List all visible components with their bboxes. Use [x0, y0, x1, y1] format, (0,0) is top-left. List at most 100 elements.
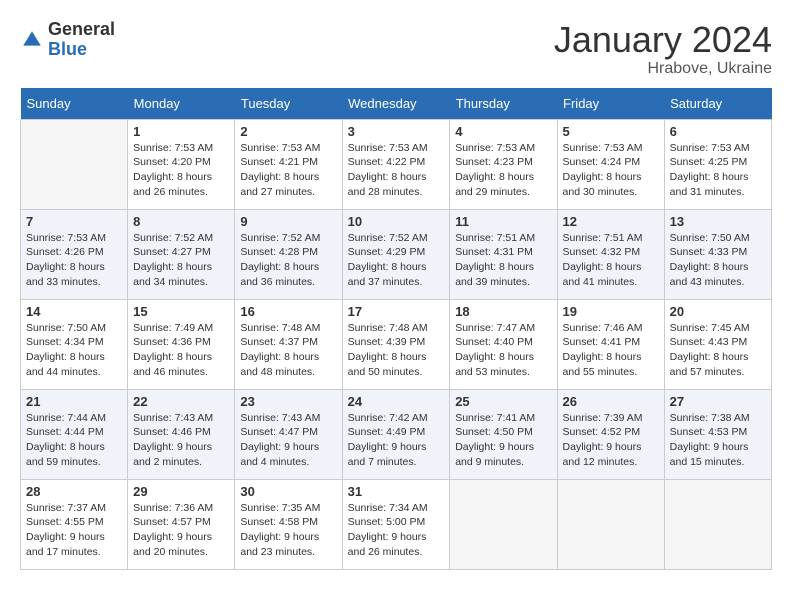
day-info: Sunrise: 7:42 AM Sunset: 4:49 PM Dayligh…	[348, 411, 445, 470]
day-info: Sunrise: 7:51 AM Sunset: 4:32 PM Dayligh…	[563, 231, 659, 290]
day-number: 23	[240, 394, 336, 409]
day-cell: 6Sunrise: 7:53 AM Sunset: 4:25 PM Daylig…	[664, 119, 771, 209]
week-row-3: 21 Sunrise: 7:44 AM Sunset: 4:44 PM Dayli…	[21, 389, 772, 479]
day-info: Sunrise: 7:36 AM Sunset: 4:57 PM Dayligh…	[133, 501, 229, 560]
day-number: 9	[240, 214, 336, 229]
month-title: January 2024	[554, 20, 772, 60]
day-cell: 3 Sunrise: 7:53 AM Sunset: 4:22 PM Daylig…	[342, 119, 450, 209]
day-cell: 4 Sunrise: 7:53 AM Sunset: 4:23 PM Daylig…	[450, 119, 557, 209]
day-info: Sunrise: 7:45 AM Sunset: 4:43 PM Dayligh…	[670, 321, 766, 380]
day-cell: 28Sunrise: 7:37 AM Sunset: 4:55 PM Dayli…	[21, 479, 128, 569]
day-number: 14	[26, 304, 122, 319]
day-info: Sunrise: 7:38 AM Sunset: 4:53 PM Dayligh…	[670, 411, 766, 470]
day-cell: 8 Sunrise: 7:52 AM Sunset: 4:27 PM Daylig…	[128, 209, 235, 299]
day-number: 27	[670, 394, 766, 409]
day-info: Sunrise: 7:50 AM Sunset: 4:33 PM Dayligh…	[670, 231, 766, 290]
day-info: Sunrise: 7:47 AM Sunset: 4:40 PM Dayligh…	[455, 321, 551, 380]
logo: General Blue	[20, 20, 115, 60]
day-info: Sunrise: 7:50 AM Sunset: 4:34 PM Dayligh…	[26, 321, 122, 380]
day-number: 11	[455, 214, 551, 229]
day-cell: 15Sunrise: 7:49 AM Sunset: 4:36 PM Dayli…	[128, 299, 235, 389]
day-info: Sunrise: 7:41 AM Sunset: 4:50 PM Dayligh…	[455, 411, 551, 470]
day-number: 18	[455, 304, 551, 319]
location-title: Hrabove, Ukraine	[554, 60, 772, 78]
day-cell: 14 Sunrise: 7:50 AM Sunset: 4:34 PM Dayli…	[21, 299, 128, 389]
day-info: Sunrise: 7:51 AM Sunset: 4:31 PM Dayligh…	[455, 231, 551, 290]
day-info: Sunrise: 7:37 AM Sunset: 4:55 PM Dayligh…	[26, 501, 122, 560]
day-cell: 12 Sunrise: 7:51 AM Sunset: 4:32 PM Dayli…	[557, 209, 664, 299]
day-cell: 27 Sunrise: 7:38 AM Sunset: 4:53 PM Dayli…	[664, 389, 771, 479]
day-info: Sunrise: 7:43 AM Sunset: 4:46 PM Dayligh…	[133, 411, 229, 470]
day-cell: 7Sunrise: 7:53 AM Sunset: 4:26 PM Daylig…	[21, 209, 128, 299]
header: General Blue January 2024 Hrabove, Ukrai…	[20, 20, 772, 78]
day-number: 12	[563, 214, 659, 229]
day-number: 21	[26, 394, 122, 409]
day-info: Sunrise: 7:46 AM Sunset: 4:41 PM Dayligh…	[563, 321, 659, 380]
day-number: 8	[133, 214, 229, 229]
day-cell: 22 Sunrise: 7:43 AM Sunset: 4:46 PM Dayli…	[128, 389, 235, 479]
day-cell: 24 Sunrise: 7:42 AM Sunset: 4:49 PM Dayli…	[342, 389, 450, 479]
day-number: 22	[133, 394, 229, 409]
day-cell: 5Sunrise: 7:53 AM Sunset: 4:24 PM Daylig…	[557, 119, 664, 209]
day-cell: 18 Sunrise: 7:47 AM Sunset: 4:40 PM Dayli…	[450, 299, 557, 389]
day-number: 1	[133, 124, 229, 139]
day-number: 31	[348, 484, 445, 499]
day-cell: 21 Sunrise: 7:44 AM Sunset: 4:44 PM Dayli…	[21, 389, 128, 479]
day-cell	[450, 479, 557, 569]
day-cell: 20 Sunrise: 7:45 AM Sunset: 4:43 PM Dayli…	[664, 299, 771, 389]
day-number: 16	[240, 304, 336, 319]
day-info: Sunrise: 7:52 AM Sunset: 4:29 PM Dayligh…	[348, 231, 445, 290]
title-area: January 2024 Hrabove, Ukraine	[554, 20, 772, 78]
logo-icon	[20, 28, 44, 52]
day-number: 6	[670, 124, 766, 139]
day-info: Sunrise: 7:44 AM Sunset: 4:44 PM Dayligh…	[26, 411, 122, 470]
day-info: Sunrise: 7:53 AM Sunset: 4:22 PM Dayligh…	[348, 141, 445, 200]
day-cell: 10Sunrise: 7:52 AM Sunset: 4:29 PM Dayli…	[342, 209, 450, 299]
day-number: 24	[348, 394, 445, 409]
day-number: 4	[455, 124, 551, 139]
day-number: 25	[455, 394, 551, 409]
day-info: Sunrise: 7:53 AM Sunset: 4:21 PM Dayligh…	[240, 141, 336, 200]
day-number: 26	[563, 394, 659, 409]
day-number: 2	[240, 124, 336, 139]
header-friday: Friday	[557, 88, 664, 120]
day-number: 20	[670, 304, 766, 319]
day-cell: 9 Sunrise: 7:52 AM Sunset: 4:28 PM Daylig…	[235, 209, 342, 299]
day-info: Sunrise: 7:34 AM Sunset: 5:00 PM Dayligh…	[348, 501, 445, 560]
week-row-0: 1 Sunrise: 7:53 AM Sunset: 4:20 PM Daylig…	[21, 119, 772, 209]
day-info: Sunrise: 7:49 AM Sunset: 4:36 PM Dayligh…	[133, 321, 229, 380]
day-info: Sunrise: 7:52 AM Sunset: 4:27 PM Dayligh…	[133, 231, 229, 290]
header-tuesday: Tuesday	[235, 88, 342, 120]
day-cell: 31 Sunrise: 7:34 AM Sunset: 5:00 PM Dayli…	[342, 479, 450, 569]
day-info: Sunrise: 7:53 AM Sunset: 4:20 PM Dayligh…	[133, 141, 229, 200]
day-cell: 2 Sunrise: 7:53 AM Sunset: 4:21 PM Daylig…	[235, 119, 342, 209]
day-number: 17	[348, 304, 445, 319]
day-cell: 23 Sunrise: 7:43 AM Sunset: 4:47 PM Dayli…	[235, 389, 342, 479]
week-row-4: 28Sunrise: 7:37 AM Sunset: 4:55 PM Dayli…	[21, 479, 772, 569]
header-monday: Monday	[128, 88, 235, 120]
day-info: Sunrise: 7:43 AM Sunset: 4:47 PM Dayligh…	[240, 411, 336, 470]
day-number: 3	[348, 124, 445, 139]
calendar-header-row: SundayMondayTuesdayWednesdayThursdayFrid…	[21, 88, 772, 120]
logo-general: General	[48, 19, 115, 39]
header-sunday: Sunday	[21, 88, 128, 120]
week-row-1: 7Sunrise: 7:53 AM Sunset: 4:26 PM Daylig…	[21, 209, 772, 299]
header-saturday: Saturday	[664, 88, 771, 120]
calendar-table: SundayMondayTuesdayWednesdayThursdayFrid…	[20, 88, 772, 570]
week-row-2: 14 Sunrise: 7:50 AM Sunset: 4:34 PM Dayli…	[21, 299, 772, 389]
day-cell: 13 Sunrise: 7:50 AM Sunset: 4:33 PM Dayli…	[664, 209, 771, 299]
day-number: 29	[133, 484, 229, 499]
day-info: Sunrise: 7:35 AM Sunset: 4:58 PM Dayligh…	[240, 501, 336, 560]
day-cell: 26Sunrise: 7:39 AM Sunset: 4:52 PM Dayli…	[557, 389, 664, 479]
day-cell: 25 Sunrise: 7:41 AM Sunset: 4:50 PM Dayli…	[450, 389, 557, 479]
day-cell	[21, 119, 128, 209]
day-info: Sunrise: 7:53 AM Sunset: 4:23 PM Dayligh…	[455, 141, 551, 200]
day-number: 13	[670, 214, 766, 229]
day-info: Sunrise: 7:52 AM Sunset: 4:28 PM Dayligh…	[240, 231, 336, 290]
day-cell: 1 Sunrise: 7:53 AM Sunset: 4:20 PM Daylig…	[128, 119, 235, 209]
day-cell: 19Sunrise: 7:46 AM Sunset: 4:41 PM Dayli…	[557, 299, 664, 389]
header-wednesday: Wednesday	[342, 88, 450, 120]
logo-blue: Blue	[48, 39, 87, 59]
day-info: Sunrise: 7:53 AM Sunset: 4:26 PM Dayligh…	[26, 231, 122, 290]
day-number: 5	[563, 124, 659, 139]
